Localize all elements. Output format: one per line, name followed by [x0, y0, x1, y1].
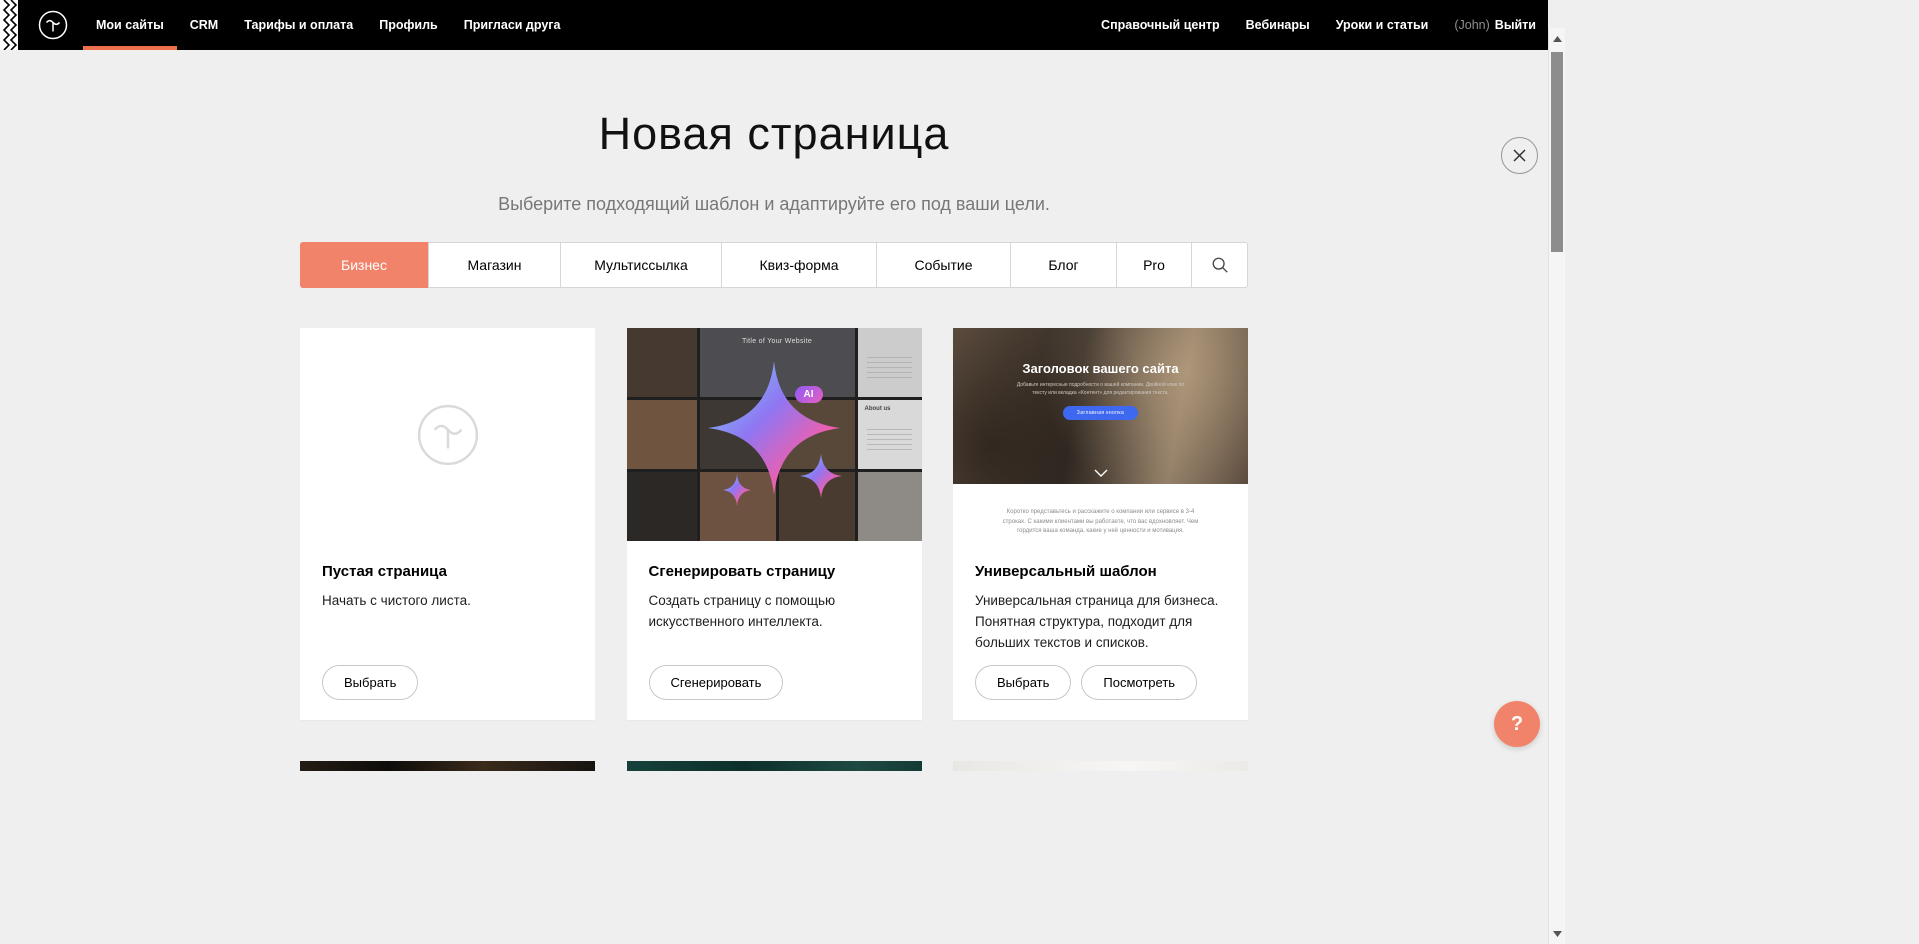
scroll-up-arrow[interactable] — [1549, 30, 1566, 47]
tab-pro[interactable]: Pro — [1116, 243, 1191, 287]
card-description: Создать страницу с помощью искусственног… — [649, 591, 900, 633]
scroll-down-icon — [1094, 469, 1108, 477]
top-navbar: Мои сайты CRM Тарифы и оплата Профиль Пр… — [0, 0, 1548, 50]
card-description: Начать с чистого листа. — [322, 591, 573, 612]
generate-page-button[interactable]: Сгенерировать — [649, 665, 784, 700]
secondary-nav: Справочный центр Вебинары Уроки и статьи… — [1101, 0, 1548, 50]
user-name: (John) — [1454, 18, 1489, 32]
close-button[interactable] — [1501, 137, 1538, 174]
nav-webinars[interactable]: Вебинары — [1246, 18, 1310, 32]
blank-preview — [300, 328, 595, 541]
tab-business[interactable]: Бизнес — [300, 242, 428, 288]
tab-search[interactable] — [1191, 243, 1247, 287]
universal-template-preview: Заголовок вашего сайта Добавьте интересн… — [953, 328, 1248, 541]
preview-hero-subtitle: Добавьте интересные подробности о вашей … — [1015, 382, 1187, 397]
ai-preview-collage: Title of Your Website About us — [627, 328, 922, 541]
view-universal-button[interactable]: Посмотреть — [1081, 665, 1197, 700]
tab-event[interactable]: Событие — [876, 243, 1010, 287]
tab-multilink[interactable]: Мультиссылка — [560, 243, 721, 287]
scroll-down-arrow[interactable] — [1549, 925, 1566, 942]
nav-pricing[interactable]: Тарифы и оплата — [231, 0, 366, 50]
preview-cta-button: Заглавная кнопка — [1063, 406, 1138, 420]
tilda-logo[interactable] — [37, 9, 69, 41]
scrollbar-thumb[interactable] — [1551, 52, 1563, 252]
ai-sparkle-icon — [627, 328, 922, 541]
preview-hero-title: Заголовок вашего сайта — [953, 361, 1248, 376]
new-page-modal: Новая страница Выберите подходящий шабло… — [0, 108, 1548, 771]
nav-lessons[interactable]: Уроки и статьи — [1336, 18, 1429, 32]
template-grid: Пустая страница Начать с чистого листа. … — [300, 328, 1248, 771]
card-title: Универсальный шаблон — [975, 563, 1226, 580]
page-title: Новая страница — [0, 108, 1548, 160]
choose-universal-button[interactable]: Выбрать — [975, 665, 1071, 700]
card-description: Универсальная страница для бизнеса. Поня… — [975, 591, 1226, 654]
logout-label: Выйти — [1495, 18, 1536, 32]
tilda-watermark-icon — [415, 402, 481, 468]
card-title: Сгенерировать страницу — [649, 563, 900, 580]
ai-badge: AI — [795, 386, 823, 403]
logout-link[interactable]: (John) Выйти — [1454, 18, 1536, 32]
template-card-blank: Пустая страница Начать с чистого листа. … — [300, 328, 595, 720]
card-title: Пустая страница — [322, 563, 573, 580]
tab-quiz-form[interactable]: Квиз-форма — [721, 243, 876, 287]
preview-hero-section: Заголовок вашего сайта Добавьте интересн… — [953, 328, 1248, 484]
tab-blog[interactable]: Блог — [1010, 243, 1116, 287]
nav-help-center[interactable]: Справочный центр — [1101, 18, 1220, 32]
search-icon — [1211, 256, 1229, 274]
app-window: Мои сайты CRM Тарифы и оплата Профиль Пр… — [0, 0, 1548, 771]
preview-body-text: Коротко представьтесь и расскажите о ком… — [1000, 508, 1202, 537]
nav-invite-friend[interactable]: Пригласи друга — [451, 0, 574, 50]
template-preview-image — [627, 761, 922, 771]
template-card-partial-2 — [627, 761, 922, 771]
close-icon — [1513, 149, 1526, 162]
template-preview-image — [953, 761, 1248, 771]
tab-store[interactable]: Магазин — [428, 243, 560, 287]
preview-text-section: Коротко представьтесь и расскажите о ком… — [953, 484, 1248, 541]
choose-blank-button[interactable]: Выбрать — [322, 665, 418, 700]
nav-my-sites[interactable]: Мои сайты — [83, 0, 177, 50]
template-card-partial-1 — [300, 761, 595, 771]
zigzag-pattern — [0, 0, 18, 50]
template-category-tabs: Бизнес Магазин Мультиссылка Квиз-форма С… — [300, 242, 1248, 288]
template-card-partial-3 — [953, 761, 1248, 771]
nav-crm[interactable]: CRM — [177, 0, 231, 50]
template-preview-image — [300, 761, 595, 771]
nav-profile[interactable]: Профиль — [366, 0, 451, 50]
main-nav: Мои сайты CRM Тарифы и оплата Профиль Пр… — [83, 0, 573, 50]
vertical-scrollbar[interactable] — [1548, 28, 1565, 944]
page-subtitle: Выберите подходящий шаблон и адаптируйте… — [0, 194, 1548, 215]
template-card-ai-generate: Title of Your Website About us — [627, 328, 922, 720]
template-card-universal: Заголовок вашего сайта Добавьте интересн… — [953, 328, 1248, 720]
help-button[interactable]: ? — [1494, 701, 1540, 747]
